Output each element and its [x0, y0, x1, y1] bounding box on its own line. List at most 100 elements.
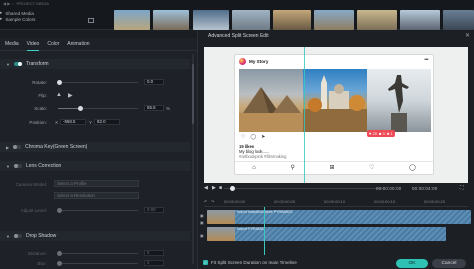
post-actions: ♡ ◯ ➤ — [241, 134, 265, 140]
photo-statue[interactable] — [367, 69, 431, 132]
redo-icon[interactable]: ↷ — [211, 199, 214, 204]
chroma-key-section-header[interactable]: ▶ Chroma Key(Green Screen) — [0, 142, 190, 152]
media-thumb-3[interactable] — [193, 10, 229, 30]
resolution-select[interactable]: Select a Resolution — [54, 192, 139, 199]
resolution-row: Select a Resolution — [0, 192, 190, 200]
tab-color[interactable]: Color — [47, 38, 59, 51]
tab-media[interactable]: Media — [5, 38, 19, 51]
distance-slider[interactable] — [57, 250, 138, 256]
adjust-level-input[interactable]: 0.00 — [144, 207, 164, 213]
distance-row: Distance: 0 — [0, 249, 190, 257]
distance-knob[interactable] — [57, 250, 62, 256]
blur-knob[interactable] — [57, 260, 62, 266]
comment-icon[interactable]: ◯ — [250, 134, 256, 140]
clip-2-name: Import PYRAMID — [237, 227, 265, 231]
current-timecode: 00:00:00:00 — [376, 186, 402, 191]
fullscreen-icon[interactable]: ⛶ — [460, 185, 464, 191]
play-icon[interactable]: ▶ — [212, 185, 216, 191]
properties-scrollbar[interactable] — [192, 54, 194, 264]
profile-icon: ◯ — [408, 165, 416, 171]
distance-label: Distance: — [27, 250, 47, 256]
drop-shadow-toggle[interactable] — [13, 234, 22, 238]
media-thumb-2[interactable] — [153, 10, 189, 30]
media-thumb-1[interactable] — [114, 10, 150, 30]
library-item-shared[interactable]: ▸ Shared Media — [0, 10, 35, 16]
blur-input[interactable]: 0 — [144, 260, 164, 266]
media-thumb-5[interactable] — [273, 10, 311, 30]
drop-shadow-section-header[interactable]: ▼ Drop Shadow — [0, 231, 190, 241]
tab-animation[interactable]: Animation — [67, 38, 89, 51]
lens-correction-section-header[interactable]: ▼ Lens Correction — [0, 161, 190, 171]
position-y-input[interactable]: 82.0 — [94, 119, 120, 125]
flip-vertical-icon[interactable]: ▶ — [68, 92, 73, 99]
playback-scrubber-knob[interactable] — [230, 186, 235, 191]
transform-section-header[interactable]: ▼ Transform — [0, 59, 190, 69]
adjust-level-knob[interactable] — [57, 207, 62, 213]
media-thumb-6[interactable] — [314, 10, 354, 30]
adjust-level-slider[interactable] — [57, 207, 138, 213]
photo-cathedral[interactable] — [303, 69, 367, 132]
ruler-tick-2: 00:00:00:10 — [324, 199, 346, 204]
camera-profile-select[interactable]: Select a Profile — [54, 180, 139, 187]
scale-input[interactable]: 55.5 — [144, 105, 164, 111]
position-x-input[interactable]: -558.5 — [60, 119, 86, 125]
tab-video[interactable]: Video — [26, 38, 39, 51]
avatar — [239, 58, 246, 65]
rotate-slider-knob[interactable] — [57, 79, 62, 85]
media-library-list: ▸ Shared Media ▸ Sample Colors — [0, 10, 35, 22]
pyramid-shapes — [239, 87, 303, 132]
previous-frame-icon[interactable]: ◀ — [204, 185, 208, 191]
rotate-input[interactable]: 0.0 — [144, 79, 164, 85]
timeline-clip-2[interactable]: Import PYRAMID — [207, 227, 446, 241]
ok-button[interactable]: OK — [396, 259, 428, 268]
media-strip: ◀ ▶ ← PROJECT MEDIA ▸ Shared Media ▸ Sampl… — [0, 0, 474, 30]
chevron-down-icon: ▼ — [6, 233, 10, 239]
flip-horizontal-icon[interactable]: ▲ — [56, 92, 62, 98]
scrollbar-thumb[interactable] — [192, 64, 194, 124]
library-item-samples[interactable]: ▸ Sample Colors — [0, 16, 35, 22]
timeline-playhead[interactable] — [264, 207, 265, 255]
notify-comments: ■ 3 — [378, 131, 385, 136]
transform-toggle[interactable] — [13, 62, 22, 66]
flip-row: Flip: ▲ ▶ — [0, 91, 190, 99]
clip-2-thumbnail — [207, 227, 235, 241]
cancel-button[interactable]: Cancel — [432, 259, 466, 268]
distance-input[interactable]: 0 — [144, 250, 164, 256]
home-icon: ⌂ — [252, 164, 256, 171]
heart-icon[interactable]: ♡ — [241, 134, 245, 140]
media-thumb-7[interactable] — [357, 10, 397, 30]
photo-pyramids[interactable] — [239, 69, 303, 132]
close-icon[interactable]: ✕ — [465, 31, 470, 41]
position-row: Position: X -558.5 Y 82.0 — [0, 118, 190, 126]
notify-follows: ♣ 1 — [386, 131, 393, 136]
lens-correction-toggle[interactable] — [13, 164, 22, 168]
timeline-clip-1[interactable]: import beautiful/nature PYRAMIDS — [207, 210, 471, 224]
preview-canvas[interactable]: My Story ••• ♡ ◯ ➤ ♥ 20 ■ 3 ♣ 1 15 likes… — [204, 47, 468, 183]
media-thumb-9[interactable] — [443, 10, 474, 30]
split-screen-photos — [239, 69, 431, 132]
split-divider-line[interactable] — [304, 47, 305, 183]
chroma-key-toggle[interactable] — [13, 145, 22, 149]
media-thumb-8[interactable] — [400, 10, 440, 30]
scale-slider[interactable] — [58, 105, 138, 111]
stop-icon[interactable]: ■ — [219, 185, 222, 191]
rotate-row: Rotate: 0.0 — [0, 78, 190, 86]
timeline-ruler[interactable]: ↶ ↷ 00:00:00:00 00:00:00:05 00:00:00:10 … — [204, 197, 468, 207]
undo-icon[interactable]: ↶ — [204, 199, 207, 204]
clip-1-thumbnail — [207, 210, 235, 224]
rotate-slider[interactable] — [57, 79, 138, 85]
notification-bubble: ♥ 20 ■ 3 ♣ 1 — [367, 130, 395, 137]
search-icon: ⚲ — [290, 165, 295, 171]
playback-scrubber[interactable] — [224, 188, 384, 189]
share-icon[interactable]: ➤ — [261, 134, 265, 140]
track-lock-icon[interactable]: ▣ — [200, 220, 204, 225]
scale-slider-knob[interactable] — [77, 105, 83, 111]
adjust-level-row: Adjust Level: 0.00 — [0, 206, 190, 214]
blur-slider[interactable] — [57, 260, 138, 266]
fit-duration-checkbox[interactable]: ✓ — [203, 260, 208, 265]
media-import-icon[interactable] — [88, 18, 94, 23]
media-thumb-4[interactable] — [232, 10, 270, 30]
blur-row: Blur: 0 — [0, 259, 190, 267]
scale-label: Scale: — [34, 105, 47, 111]
add-post-icon: ⊞ — [329, 165, 335, 171]
